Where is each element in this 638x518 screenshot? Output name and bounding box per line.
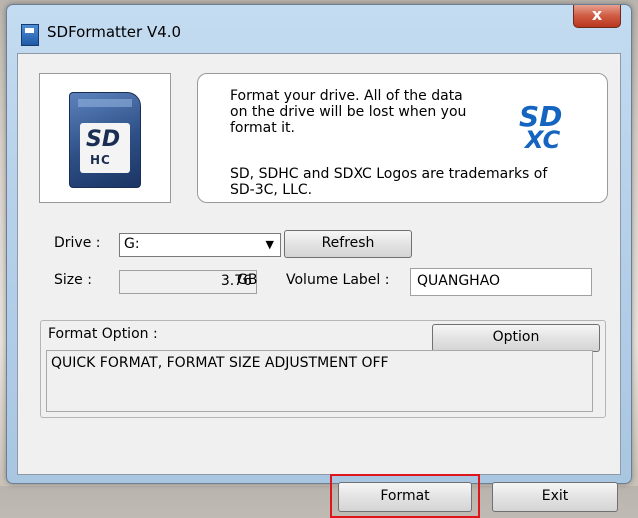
- dialog-client-area: SD HC Format your drive. All of the data…: [17, 53, 621, 518]
- volume-label-label: Volume Label :: [286, 272, 390, 288]
- size-label: Size :: [54, 272, 92, 288]
- trademark-notice: SD, SDHC and SDXC Logos are trademarks o…: [230, 166, 548, 198]
- app-icon: [21, 24, 39, 46]
- sdformatter-window: SDFormatter V4.0 x SD HC Format your dri…: [6, 4, 632, 518]
- card-stripe: [78, 99, 132, 107]
- sdxc-logo: SD XC: [513, 100, 583, 156]
- format-button[interactable]: Format: [338, 482, 472, 512]
- drive-dropdown[interactable]: G: ▼: [119, 233, 281, 257]
- title-bar[interactable]: SDFormatter V4.0 x: [7, 5, 631, 53]
- size-unit: GB: [237, 272, 258, 288]
- card-sd-logo: SD: [86, 127, 121, 152]
- format-option-summary-box: QUICK FORMAT, FORMAT SIZE ADJUSTMENT OFF: [46, 350, 593, 412]
- volume-label-input[interactable]: QUANGHAO: [410, 268, 592, 296]
- exit-button[interactable]: Exit: [492, 482, 618, 512]
- card-logo-area: SD HC: [80, 123, 130, 173]
- sdhc-card-image-box: SD HC: [39, 73, 171, 203]
- refresh-button[interactable]: Refresh: [284, 230, 412, 258]
- chevron-down-icon[interactable]: ▼: [266, 238, 274, 251]
- close-button[interactable]: x: [573, 5, 621, 28]
- drive-selected-value: G:: [124, 236, 140, 252]
- sdxc-logo-xc: XC: [525, 126, 561, 154]
- option-button[interactable]: Option: [432, 324, 600, 352]
- window-title: SDFormatter V4.0: [47, 23, 182, 41]
- sdhc-card-icon: SD HC: [69, 92, 141, 188]
- volume-label-value: QUANGHAO: [417, 273, 501, 289]
- drive-label: Drive :: [54, 235, 101, 251]
- card-hc-logo: HC: [90, 153, 111, 167]
- info-panel: Format your drive. All of the data on th…: [197, 73, 608, 203]
- format-option-label: Format Option :: [48, 326, 158, 342]
- warning-message: Format your drive. All of the data on th…: [230, 88, 467, 136]
- format-option-summary: QUICK FORMAT, FORMAT SIZE ADJUSTMENT OFF: [51, 355, 389, 371]
